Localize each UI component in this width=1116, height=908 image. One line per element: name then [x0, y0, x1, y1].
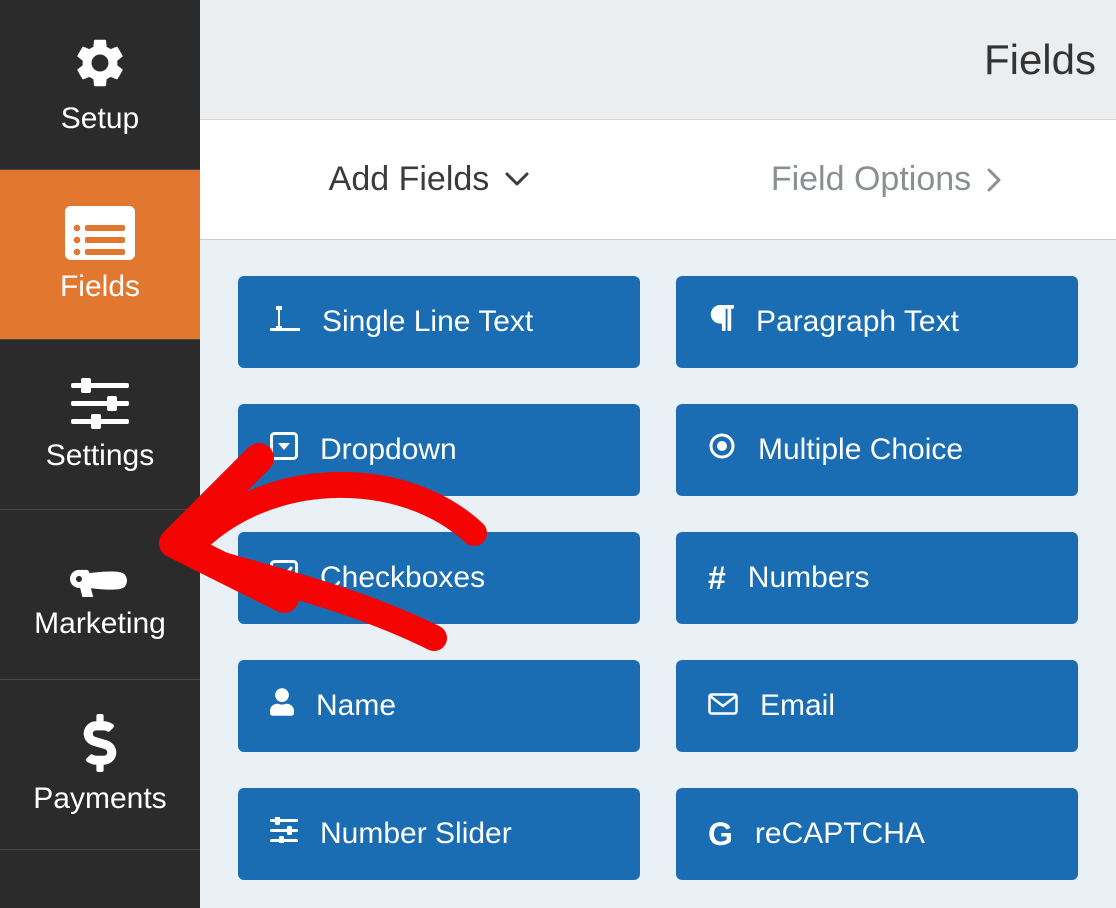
- google-g-icon: G: [708, 818, 733, 850]
- field-tile-label: Email: [760, 689, 835, 723]
- fields-panel: Single Line Text Paragraph Text Dropdown…: [200, 240, 1116, 908]
- tab-label: Field Options: [771, 160, 971, 199]
- tabbar: Add Fields Field Options: [200, 120, 1116, 240]
- field-tile-label: Number Slider: [320, 817, 512, 851]
- checkbox-checked-icon: [270, 560, 298, 596]
- bullhorn-icon: [70, 549, 130, 597]
- sidebar-item-fields[interactable]: Fields: [0, 170, 200, 340]
- sidebar-item-payments[interactable]: Payments: [0, 680, 200, 850]
- hash-icon: #: [708, 562, 726, 594]
- chevron-down-icon: [505, 172, 529, 188]
- user-icon: [270, 688, 294, 724]
- field-tile-recaptcha[interactable]: G reCAPTCHA: [676, 788, 1078, 880]
- field-tile-number-slider[interactable]: Number Slider: [238, 788, 640, 880]
- field-tile-paragraph-text[interactable]: Paragraph Text: [676, 276, 1078, 368]
- field-tile-label: Dropdown: [320, 433, 457, 467]
- gear-icon: [71, 34, 129, 92]
- chevron-right-icon: [987, 168, 1003, 192]
- sidebar-item-label: Setup: [61, 102, 139, 136]
- field-tile-dropdown[interactable]: Dropdown: [238, 404, 640, 496]
- sidebar-item-settings[interactable]: Settings: [0, 340, 200, 510]
- list-icon: [65, 206, 135, 260]
- titlebar: Fields: [200, 0, 1116, 120]
- field-tile-name[interactable]: Name: [238, 660, 640, 752]
- sidebar-item-label: Fields: [60, 270, 140, 304]
- sidebar-item-label: Settings: [46, 439, 154, 473]
- field-tile-label: Paragraph Text: [756, 305, 959, 339]
- field-tile-checkboxes[interactable]: Checkboxes: [238, 532, 640, 624]
- sliders-icon: [71, 377, 129, 429]
- field-tile-multiple-choice[interactable]: Multiple Choice: [676, 404, 1078, 496]
- field-tile-label: reCAPTCHA: [755, 817, 925, 851]
- field-tile-numbers[interactable]: # Numbers: [676, 532, 1078, 624]
- tab-label: Add Fields: [329, 160, 490, 199]
- field-tile-label: Checkboxes: [320, 561, 485, 595]
- envelope-icon: [708, 689, 738, 723]
- dollar-icon: [82, 714, 118, 772]
- tab-field-options[interactable]: Field Options: [658, 120, 1116, 239]
- page-title: Fields: [984, 36, 1096, 84]
- field-tile-single-line-text[interactable]: Single Line Text: [238, 276, 640, 368]
- radio-dot-icon: [708, 432, 736, 468]
- field-tile-label: Single Line Text: [322, 305, 533, 339]
- main-panel: Fields Add Fields Field Options Single L…: [200, 0, 1116, 908]
- pilcrow-icon: [708, 303, 734, 341]
- sidebar: Setup Fields: [0, 0, 200, 908]
- sliders-horizontal-icon: [270, 817, 298, 851]
- field-tile-email[interactable]: Email: [676, 660, 1078, 752]
- sidebar-item-label: Payments: [33, 782, 166, 816]
- sidebar-item-label: Marketing: [34, 607, 166, 641]
- sidebar-item-setup[interactable]: Setup: [0, 0, 200, 170]
- field-tile-label: Multiple Choice: [758, 433, 963, 467]
- field-tile-grid: Single Line Text Paragraph Text Dropdown…: [238, 276, 1078, 880]
- caret-down-square-icon: [270, 432, 298, 468]
- field-tile-label: Name: [316, 689, 396, 723]
- text-cursor-icon: [270, 304, 300, 340]
- tab-add-fields[interactable]: Add Fields: [200, 120, 658, 239]
- sidebar-item-marketing[interactable]: Marketing: [0, 510, 200, 680]
- field-tile-label: Numbers: [748, 561, 870, 595]
